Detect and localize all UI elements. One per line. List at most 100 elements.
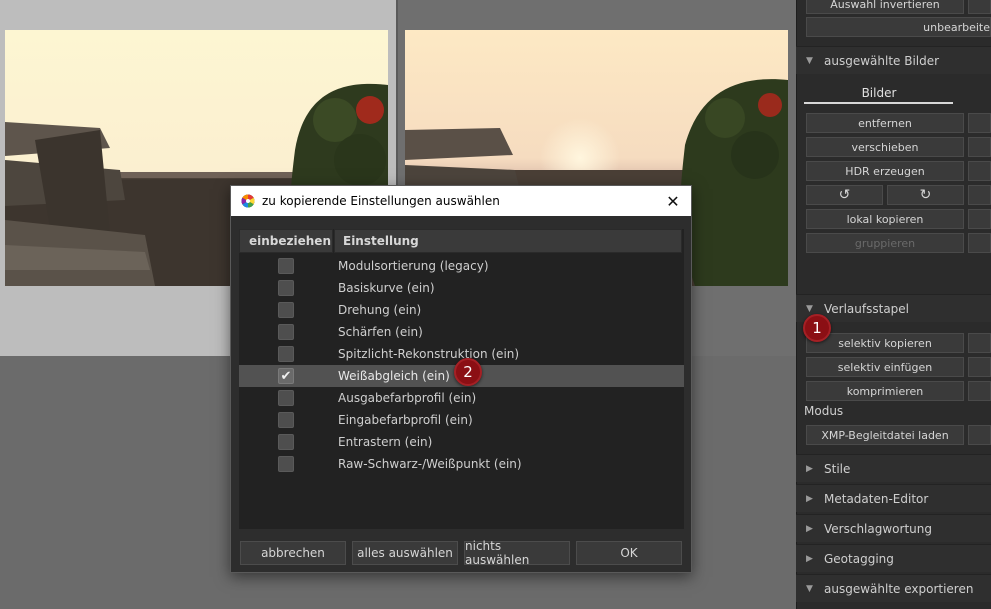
setting-label: Eingabefarbprofil (ein) xyxy=(338,413,473,427)
section-geotagging[interactable]: ▶ Geotagging xyxy=(796,544,991,572)
button-label: gruppieren xyxy=(854,236,916,250)
column-header-setting[interactable]: Einstellung xyxy=(334,229,682,253)
button-label: verschieben xyxy=(851,140,919,154)
button-label: HDR erzeugen xyxy=(845,164,925,178)
move-extra-button[interactable] xyxy=(968,137,991,157)
section-title: Verschlagwortung xyxy=(824,521,932,536)
top-extra-button[interactable] xyxy=(968,0,991,14)
setting-label: Weißabgleich (ein) xyxy=(338,369,450,383)
setting-row[interactable]: Ausgabefarbprofil (ein) xyxy=(239,387,684,409)
setting-row[interactable]: Schärfen (ein) xyxy=(239,321,684,343)
include-checkbox[interactable] xyxy=(278,456,294,472)
selective-copy-extra-button[interactable] xyxy=(968,333,991,353)
button-label: selektiv kopieren xyxy=(838,336,932,350)
copy-locally-button[interactable]: lokal kopieren xyxy=(806,209,964,229)
section-title: Geotagging xyxy=(824,551,894,566)
step-badge-2: 2 xyxy=(454,358,482,386)
button-label: selektiv einfügen xyxy=(837,360,933,374)
button-label: komprimieren xyxy=(846,384,924,398)
group-extra-button[interactable] xyxy=(968,233,991,253)
move-button[interactable]: verschieben xyxy=(806,137,964,157)
selective-paste-button[interactable]: selektiv einfügen xyxy=(806,357,964,377)
dialog-titlebar[interactable]: zu kopierende Einstellungen auswählen ✕ xyxy=(231,186,691,216)
expanded-arrow-icon: ▼ xyxy=(806,55,813,66)
load-xmp-button[interactable]: XMP-Begleitdatei laden xyxy=(806,425,964,445)
cancel-button[interactable]: abbrechen xyxy=(240,541,346,565)
setting-row[interactable]: Drehung (ein) xyxy=(239,299,684,321)
section-tagging[interactable]: ▶ Verschlagwortung xyxy=(796,514,991,542)
select-all-button[interactable]: alles auswählen xyxy=(352,541,458,565)
section-export-selected[interactable]: ▼ ausgewählte exportieren xyxy=(796,574,991,602)
setting-row[interactable]: Raw-Schwarz-/Weißpunkt (ein) xyxy=(239,453,684,475)
close-icon[interactable]: ✕ xyxy=(663,191,683,211)
setting-label: Schärfen (ein) xyxy=(338,325,423,339)
invert-selection-button[interactable]: Auswahl invertieren xyxy=(806,0,964,14)
section-title: Verlaufsstapel xyxy=(824,301,910,316)
rotate-right-button[interactable]: ↻ xyxy=(887,185,964,205)
include-checkbox[interactable] xyxy=(278,258,294,274)
section-title: ausgewählte exportieren xyxy=(824,581,974,596)
rotate-extra-button[interactable] xyxy=(968,185,991,205)
dialog-title: zu kopierende Einstellungen auswählen xyxy=(262,194,500,208)
include-checkbox[interactable] xyxy=(278,324,294,340)
setting-label: Entrastern (ein) xyxy=(338,435,433,449)
collapsed-arrow-icon: ▶ xyxy=(806,553,813,564)
setting-row[interactable]: Modulsortierung (legacy) xyxy=(239,255,684,277)
rotate-left-button[interactable]: ↺ xyxy=(806,185,883,205)
section-selected-images[interactable]: ▼ ausgewählte Bilder xyxy=(796,46,991,74)
compress-button[interactable]: komprimieren xyxy=(806,381,964,401)
ok-button[interactable]: OK xyxy=(576,541,682,565)
checkmark-icon: ✔ xyxy=(280,368,292,384)
setting-row[interactable]: Eingabefarbprofil (ein) xyxy=(239,409,684,431)
setting-label: Ausgabefarbprofil (ein) xyxy=(338,391,477,405)
unedited-button[interactable]: unbearbeite xyxy=(806,17,991,37)
expanded-arrow-icon: ▼ xyxy=(806,583,813,594)
mode-label: Modus xyxy=(804,404,844,418)
button-label: lokal kopieren xyxy=(846,212,924,226)
button-label: XMP-Begleitdatei laden xyxy=(821,428,949,442)
section-title: ausgewählte Bilder xyxy=(824,53,940,68)
column-header-include[interactable]: einbeziehen xyxy=(239,229,333,253)
create-hdr-button[interactable]: HDR erzeugen xyxy=(806,161,964,181)
include-checkbox-checked[interactable]: ✔ xyxy=(278,368,294,384)
rotate-right-icon: ↻ xyxy=(919,187,932,203)
setting-row[interactable]: Entrastern (ein) xyxy=(239,431,684,453)
group-button[interactable]: gruppieren xyxy=(806,233,964,253)
section-styles[interactable]: ▶ Stile xyxy=(796,454,991,482)
remove-button[interactable]: entfernen xyxy=(806,113,964,133)
setting-row[interactable]: Basiskurve (ein) xyxy=(239,277,684,299)
selective-paste-extra-button[interactable] xyxy=(968,357,991,377)
selective-copy-button[interactable]: selektiv kopieren xyxy=(806,333,964,353)
button-label: unbearbeite xyxy=(923,20,990,34)
button-label: Auswahl invertieren xyxy=(830,0,940,11)
section-title: Metadaten-Editor xyxy=(824,491,929,506)
expanded-arrow-icon: ▼ xyxy=(806,303,813,314)
load-xmp-extra-button[interactable] xyxy=(968,425,991,445)
darktable-app-icon xyxy=(241,194,255,208)
button-label: entfernen xyxy=(858,116,912,130)
include-checkbox[interactable] xyxy=(278,346,294,362)
section-title: Stile xyxy=(824,461,851,476)
step-badge-1: 1 xyxy=(803,314,831,342)
include-checkbox[interactable] xyxy=(278,302,294,318)
include-checkbox[interactable] xyxy=(278,412,294,428)
tab-images[interactable]: Bilder xyxy=(806,86,952,100)
section-metadata-editor[interactable]: ▶ Metadaten-Editor xyxy=(796,484,991,512)
setting-label: Spitzlicht-Rekonstruktion (ein) xyxy=(338,347,520,361)
collapsed-arrow-icon: ▶ xyxy=(806,523,813,534)
tab-underline xyxy=(804,102,953,104)
copy-locally-extra-button[interactable] xyxy=(968,209,991,229)
include-checkbox[interactable] xyxy=(278,280,294,296)
select-none-button[interactable]: nichts auswählen xyxy=(464,539,570,567)
setting-label: Raw-Schwarz-/Weißpunkt (ein) xyxy=(338,457,522,471)
setting-label: Basiskurve (ein) xyxy=(338,281,435,295)
setting-label: Modulsortierung (legacy) xyxy=(338,259,489,273)
hdr-extra-button[interactable] xyxy=(968,161,991,181)
remove-extra-button[interactable] xyxy=(968,113,991,133)
rotate-left-icon: ↺ xyxy=(838,187,851,203)
setting-label: Drehung (ein) xyxy=(338,303,422,317)
compress-extra-button[interactable] xyxy=(968,381,991,401)
collapsed-arrow-icon: ▶ xyxy=(806,463,813,474)
include-checkbox[interactable] xyxy=(278,434,294,450)
include-checkbox[interactable] xyxy=(278,390,294,406)
